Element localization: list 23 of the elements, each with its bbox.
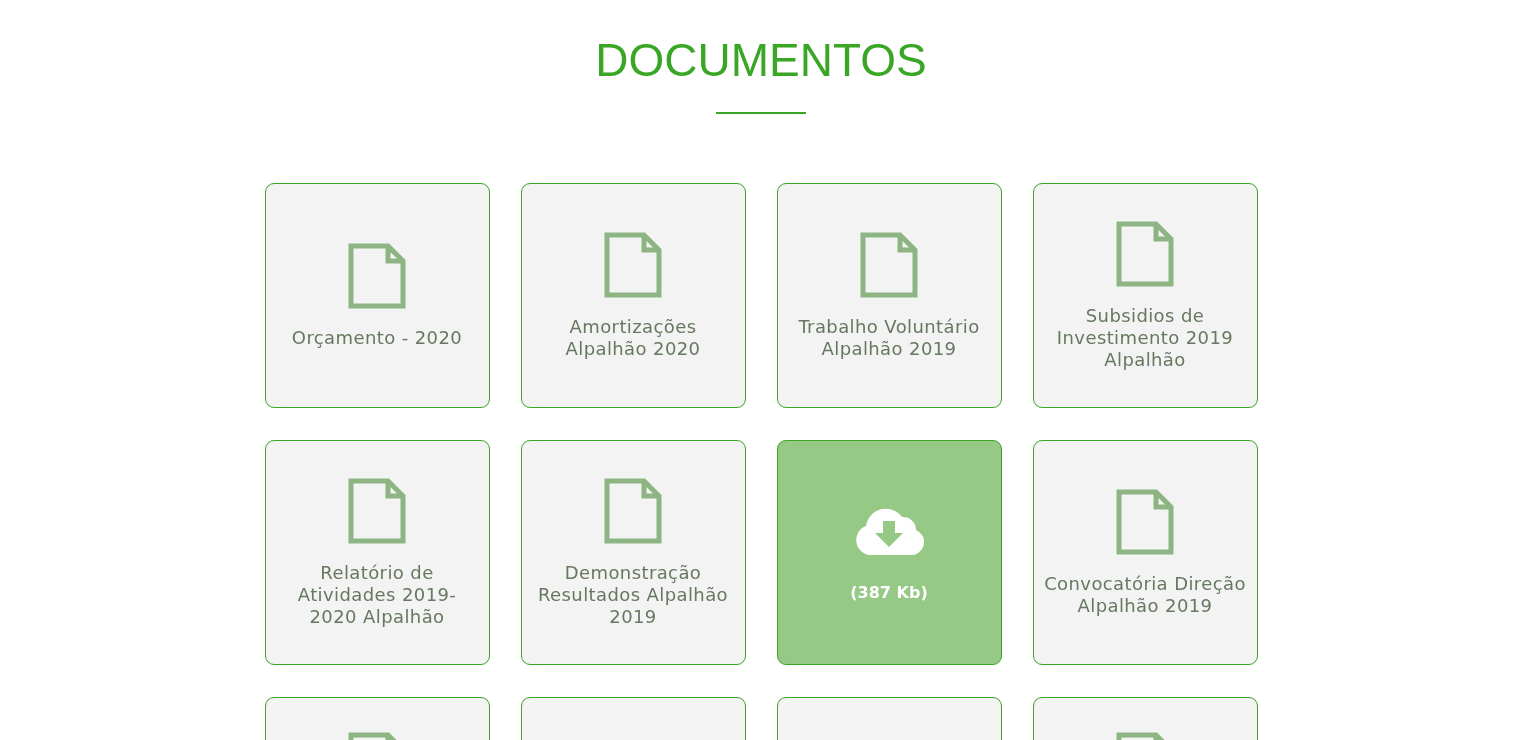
file-size: (387 Kb) (850, 583, 928, 602)
document-title: Amortizações Alpalhão 2020 (564, 315, 702, 360)
document-icon (1116, 488, 1174, 555)
document-title: Relatório de Atividades 2019-2020 Alpalhão (296, 561, 458, 628)
document-icon (604, 231, 662, 298)
document-card[interactable]: Trabalho Voluntário Alpalhão 2019 (776, 183, 1002, 408)
page-heading: DOCUMENTOS (595, 33, 927, 87)
document-icon (348, 242, 406, 309)
document-icon (604, 477, 662, 544)
document-title: Trabalho Voluntário Alpalhão 2019 (797, 315, 981, 360)
document-card[interactable]: Subsidios de Investimento 2019 Alpalhão (1032, 183, 1258, 408)
document-title: Subsidios de Investimento 2019 Alpalhão (1055, 304, 1235, 371)
document-card[interactable]: Orçamento - 2020 (264, 183, 490, 408)
document-card[interactable]: Relatório de Atividades 2019-2020 Alpalhão (264, 440, 490, 665)
document-card[interactable]: Convocatória Direção Alpalhão 2019 (1032, 440, 1258, 665)
document-icon (348, 477, 406, 544)
document-card[interactable]: Amortizações Alpalhão 2020 (520, 183, 746, 408)
document-icon (860, 231, 918, 298)
document-card[interactable]: Demonstração Resultados Alpalhão 2019 (520, 440, 746, 665)
document-title: Demonstração Resultados Alpalhão 2019 (537, 561, 729, 628)
document-title: Orçamento - 2020 (291, 326, 463, 349)
document-icon (1116, 220, 1174, 287)
document-title: Convocatória Direção Alpalhão 2019 (1043, 572, 1247, 617)
